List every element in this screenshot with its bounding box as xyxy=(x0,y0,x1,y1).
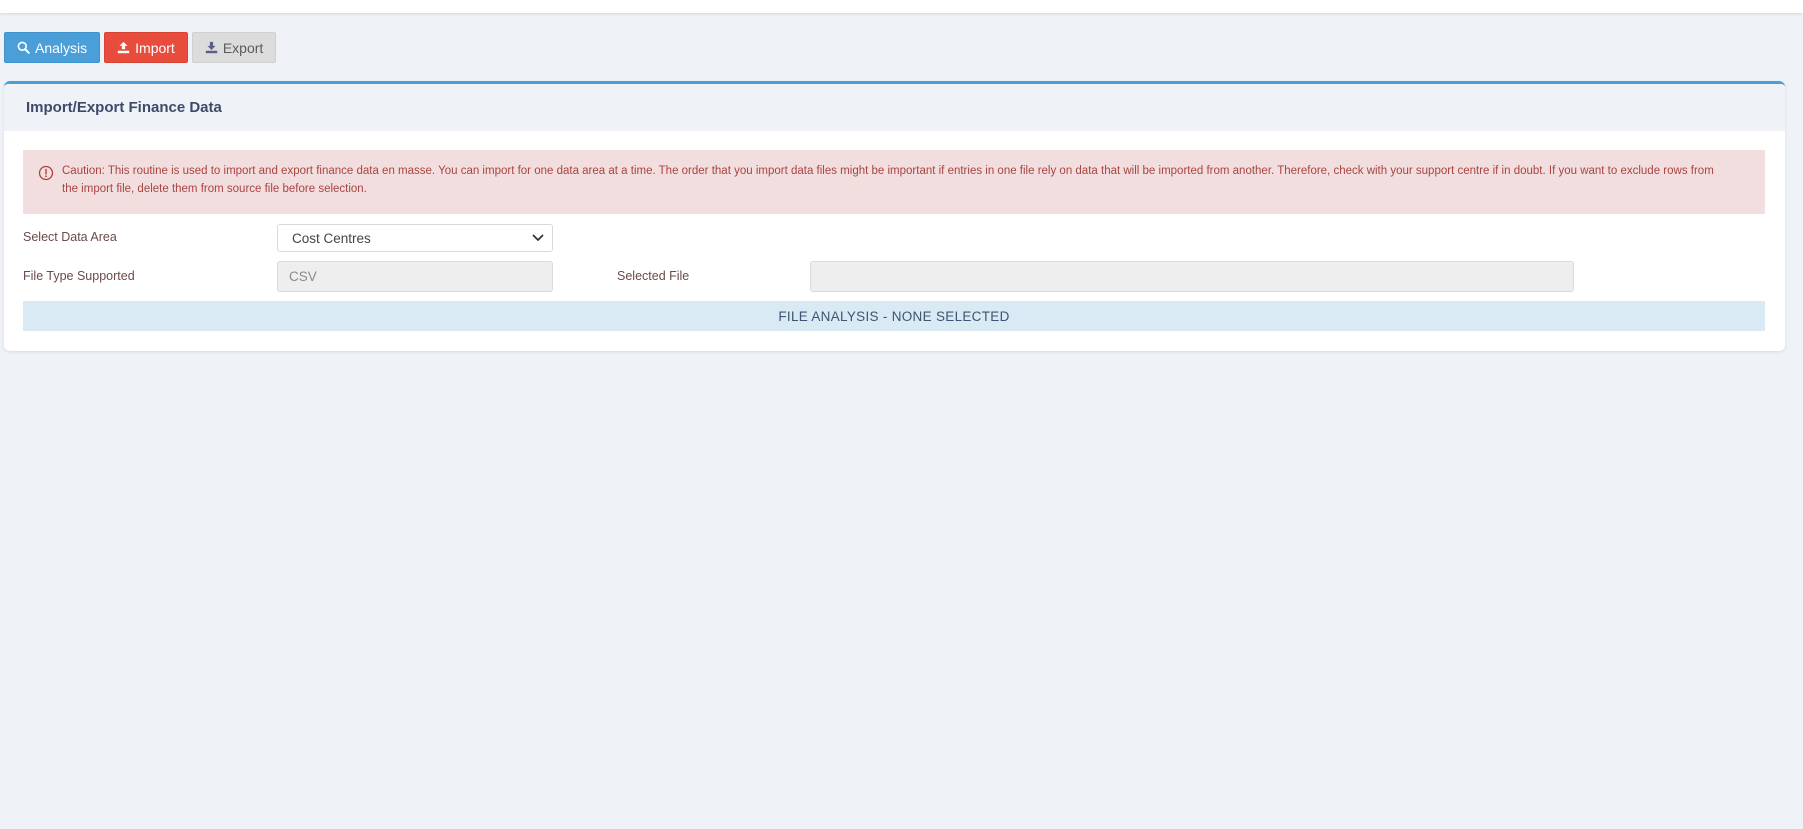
upload-icon xyxy=(117,41,130,54)
analysis-button-label: Analysis xyxy=(35,39,88,56)
export-button-label: Export xyxy=(222,39,264,56)
chevron-down-icon xyxy=(532,234,544,241)
download-icon xyxy=(205,41,218,54)
selected-file-label: Selected File xyxy=(617,269,690,283)
file-type-label: File Type Supported xyxy=(23,269,135,283)
import-export-panel: Import/Export Finance Data Caution: This… xyxy=(4,81,1785,351)
panel-header: Import/Export Finance Data xyxy=(4,84,1785,131)
file-analysis-text: FILE ANALYSIS - NONE SELECTED xyxy=(778,308,1010,324)
search-icon xyxy=(17,41,30,54)
import-button[interactable]: Import xyxy=(104,32,188,63)
selected-file-field[interactable] xyxy=(810,261,1574,292)
file-type-value: CSV xyxy=(289,269,317,284)
toolbar: Analysis Import Export xyxy=(4,32,277,63)
caution-alert: Caution: This routine is used to import … xyxy=(23,150,1765,214)
import-button-label: Import xyxy=(135,39,175,56)
data-area-select[interactable]: Cost Centres xyxy=(277,224,553,252)
export-button[interactable]: Export xyxy=(191,32,277,63)
select-data-area-label: Select Data Area xyxy=(23,230,117,244)
caution-text: Caution: This routine is used to import … xyxy=(62,165,1714,195)
info-circle-icon xyxy=(38,165,54,181)
panel-title: Import/Export Finance Data xyxy=(26,99,222,116)
file-analysis-bar: FILE ANALYSIS - NONE SELECTED xyxy=(23,301,1765,331)
top-navbar xyxy=(0,0,1803,13)
file-type-field: CSV xyxy=(277,261,553,292)
data-area-select-value: Cost Centres xyxy=(292,230,371,246)
analysis-button[interactable]: Analysis xyxy=(4,32,101,63)
